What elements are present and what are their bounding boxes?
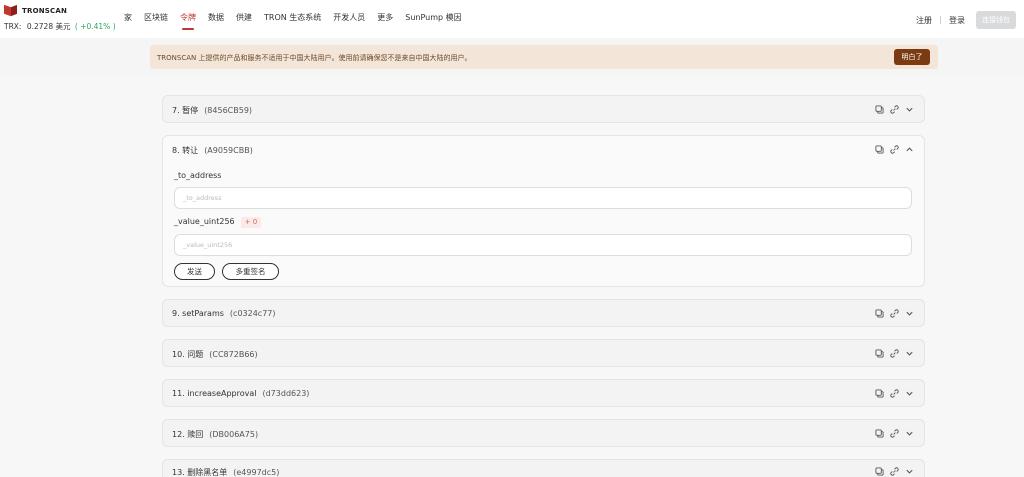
function-name: 10. 问题	[172, 350, 204, 359]
function-item-10[interactable]: 10. 问题 (CC872B66)	[162, 339, 925, 367]
copy-icon[interactable]	[874, 388, 884, 398]
nav-item-tron-ecosystem[interactable]: TRON 生态系统	[264, 12, 321, 23]
chevron-up-icon[interactable]	[904, 144, 914, 154]
nav-item-governance[interactable]: 供建	[236, 12, 252, 23]
divider	[940, 16, 941, 24]
nav-item-home[interactable]: 家	[124, 12, 132, 23]
copy-icon[interactable]	[874, 308, 884, 318]
copy-icon[interactable]	[874, 144, 884, 154]
function-item-9[interactable]: 9. setParams (c0324c77)	[162, 299, 925, 327]
send-button[interactable]: 发送	[174, 263, 215, 280]
function-name: 7. 暂停	[172, 106, 199, 115]
account-actions: 注册 登录 连接钱包	[916, 11, 1024, 29]
link-icon[interactable]	[889, 388, 899, 398]
function-signature: (DB006A75)	[209, 430, 259, 439]
value-input[interactable]	[175, 235, 911, 255]
function-actions	[869, 308, 914, 318]
notice-text: TRONSCAN 上提供的产品和服务不适用于中国大陆用户。使用前请确保您不是来自…	[157, 54, 472, 62]
link-icon[interactable]	[889, 466, 899, 476]
function-item-12[interactable]: 12. 赎回 (DB006A75)	[162, 419, 925, 447]
chevron-down-icon[interactable]	[904, 388, 914, 398]
top-header: TRONSCAN TRX: 0.2728 美元 ( +0.41% ) 家 区块链…	[0, 0, 1024, 38]
link-icon[interactable]	[889, 348, 899, 358]
link-icon[interactable]	[889, 144, 899, 154]
function-actions	[869, 428, 914, 438]
function-signature: (e4997dc5)	[233, 468, 280, 477]
value-field[interactable]	[174, 234, 912, 256]
to-address-field[interactable]	[174, 187, 912, 209]
trx-price-ticker: TRX: 0.2728 美元 ( +0.41% )	[4, 21, 116, 32]
multisig-button[interactable]: 多重签名	[222, 263, 279, 280]
value-label-row: _value_uint256 + 0	[174, 217, 262, 228]
chevron-down-icon[interactable]	[904, 348, 914, 358]
link-icon[interactable]	[889, 428, 899, 438]
function-title[interactable]: 8. 转让 (A9059CBB)	[172, 145, 253, 156]
function-name: 12. 赎回	[172, 430, 204, 439]
chevron-down-icon[interactable]	[904, 104, 914, 114]
brand-name: TRONSCAN	[22, 7, 68, 15]
chevron-down-icon[interactable]	[904, 308, 914, 318]
function-item-13[interactable]: 13. 删除黑名单 (e4997dc5)	[162, 459, 925, 477]
function-signature: (d73dd623)	[262, 389, 310, 398]
nav-item-more[interactable]: 更多	[377, 12, 393, 23]
function-signature: (c0324c77)	[229, 309, 276, 318]
function-item-8: 8. 转让 (A9059CBB) _to_address _value_uint2…	[162, 135, 925, 287]
function-signature: (A9059CBB)	[204, 146, 253, 155]
function-title: 11. increaseApproval (d73dd623)	[172, 389, 309, 398]
trx-price: 0.2728 美元	[26, 22, 71, 31]
copy-icon[interactable]	[874, 428, 884, 438]
copy-icon[interactable]	[874, 466, 884, 476]
trx-label: TRX:	[4, 22, 22, 31]
connect-wallet-button[interactable]: 连接钱包	[976, 11, 1016, 29]
to-address-label: _to_address	[174, 171, 222, 180]
nav-item-data[interactable]: 数据	[208, 12, 224, 23]
nav-item-tokens[interactable]: 令牌	[180, 12, 196, 30]
region-notice: TRONSCAN 上提供的产品和服务不适用于中国大陆用户。使用前请确保您不是来自…	[150, 45, 938, 69]
function-title: 9. setParams (c0324c77)	[172, 309, 276, 318]
login-link[interactable]: 登录	[949, 15, 965, 26]
function-title: 12. 赎回 (DB006A75)	[172, 429, 258, 440]
nav-item-sunpump-meme[interactable]: SunPump 模因	[405, 12, 461, 23]
function-title: 10. 问题 (CC872B66)	[172, 349, 258, 360]
link-icon[interactable]	[889, 308, 899, 318]
chevron-down-icon[interactable]	[904, 428, 914, 438]
notice-dismiss-button[interactable]: 明白了	[894, 49, 930, 65]
function-name: 8. 转让	[172, 146, 199, 155]
function-name: 13. 删除黑名单	[172, 468, 228, 477]
nav-item-blockchain[interactable]: 区块链	[144, 12, 168, 23]
function-title: 13. 删除黑名单 (e4997dc5)	[172, 467, 279, 477]
function-item-11[interactable]: 11. increaseApproval (d73dd623)	[162, 379, 925, 407]
tronscan-logo[interactable]: TRONSCAN	[4, 4, 68, 17]
register-link[interactable]: 注册	[916, 15, 932, 26]
copy-icon[interactable]	[874, 104, 884, 114]
tron-logo-icon	[4, 4, 18, 17]
copy-icon[interactable]	[874, 348, 884, 358]
function-title: 7. 暂停 (8456CB59)	[172, 105, 252, 116]
function-name: 11. increaseApproval	[172, 389, 257, 398]
function-actions	[869, 348, 914, 358]
function-item-7[interactable]: 7. 暂停 (8456CB59)	[162, 95, 925, 123]
nav-item-developers[interactable]: 开发人员	[333, 12, 365, 23]
function-actions	[869, 144, 914, 154]
to-address-input[interactable]	[175, 188, 911, 208]
function-signature: (CC872B66)	[209, 350, 258, 359]
main-nav: 家 区块链 令牌 数据 供建 TRON 生态系统 开发人员 更多 SunPump…	[124, 12, 474, 30]
function-name: 9. setParams	[172, 309, 224, 318]
function-actions	[869, 388, 914, 398]
chevron-down-icon[interactable]	[904, 466, 914, 476]
value-label: _value_uint256	[174, 217, 235, 226]
function-actions	[869, 104, 914, 114]
value-type-tag: + 0	[240, 217, 262, 228]
link-icon[interactable]	[889, 104, 899, 114]
function-signature: (8456CB59)	[204, 106, 253, 115]
trx-change: ( +0.41% )	[74, 22, 116, 31]
function-actions	[869, 466, 914, 476]
